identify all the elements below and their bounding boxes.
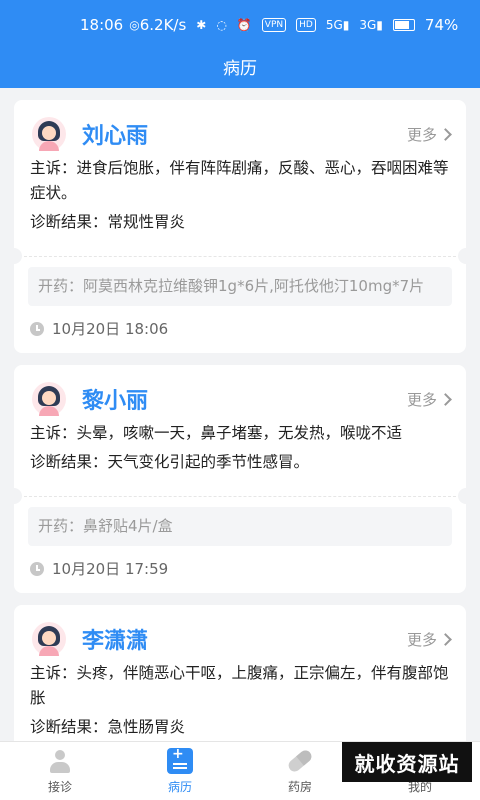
avatar (32, 622, 66, 656)
divider (14, 485, 466, 507)
status-time: 18:06 (80, 16, 124, 34)
status-bar: 18:06 ◎ 6.2K/s ✱ ◌ ⏰ VPN HD 5G▮ 3G▮ 74% (0, 0, 480, 50)
network-speed: 6.2K/s (139, 16, 187, 34)
tab-label: 药房 (287, 780, 312, 794)
medical-record-icon (167, 746, 193, 774)
patient-name: 黎小丽 (82, 389, 149, 414)
chief-complaint: 主诉：头疼，伴随恶心干呕，上腹痛，正宗偏左，伴有腹部饱胀 (30, 664, 449, 707)
more-button[interactable]: 更多 (407, 124, 452, 145)
chevron-right-icon (439, 392, 452, 406)
battery-level: 74% (424, 16, 459, 34)
vpn-icon: VPN (261, 18, 287, 32)
page-title: 病历 (223, 59, 257, 79)
record-list: 刘心雨 更多 主诉：进食后饱胀，伴有阵阵剧痛，反酸、恶心，吞咽困难等症状。 诊断… (14, 100, 466, 762)
doctor-icon (47, 748, 73, 774)
tab-reception[interactable]: 接诊 (0, 742, 120, 800)
more-button[interactable]: 更多 (407, 389, 452, 410)
record-time: 10月20日 18:06 (52, 320, 169, 338)
watermark: 就收资源站 (342, 742, 472, 782)
chevron-right-icon (439, 632, 452, 646)
diagnosis: 诊断结果：常规性胃炎 (30, 213, 186, 231)
battery-icon (392, 19, 415, 31)
app-notification-icon: ◎ (129, 18, 140, 32)
tab-medical-records[interactable]: 病历 (120, 742, 240, 800)
alarm-icon: ⏰ (236, 18, 252, 32)
signal-5g-icon: 5G▮ (325, 18, 350, 32)
pill-icon (282, 743, 319, 780)
record-card[interactable]: 黎小丽 更多 主诉：头晕，咳嗽一天，鼻子堵塞，无发热，喉咙不适 诊断结果：天气变… (14, 365, 466, 593)
bluetooth-icon: ✱ (196, 18, 207, 32)
mute-icon: ◌ (216, 18, 227, 32)
signal-3g-icon: 3G▮ (359, 18, 383, 32)
chief-complaint: 主诉：进食后饱胀，伴有阵阵剧痛，反酸、恶心，吞咽困难等症状。 (30, 159, 449, 202)
chief-complaint: 主诉：头晕，咳嗽一天，鼻子堵塞，无发热，喉咙不适 (30, 424, 403, 442)
hd-icon: HD (296, 18, 316, 32)
record-card[interactable]: 李潇潇 更多 主诉：头疼，伴随恶心干呕，上腹痛，正宗偏左，伴有腹部饱胀 诊断结果… (14, 605, 466, 750)
app-header: 18:06 ◎ 6.2K/s ✱ ◌ ⏰ VPN HD 5G▮ 3G▮ 74% … (0, 0, 480, 88)
chevron-right-icon (439, 127, 452, 141)
diagnosis: 诊断结果：急性肠胃炎 (30, 718, 186, 736)
clock-icon (30, 321, 44, 336)
record-card[interactable]: 刘心雨 更多 主诉：进食后饱胀，伴有阵阵剧痛，反酸、恶心，吞咽困难等症状。 诊断… (14, 100, 466, 353)
tab-label: 病历 (167, 780, 192, 794)
record-time: 10月20日 17:59 (52, 560, 169, 578)
diagnosis: 诊断结果：天气变化引起的季节性感冒。 (30, 453, 310, 471)
avatar (32, 382, 66, 416)
divider (14, 245, 466, 267)
prescription: 开药：鼻舒贴4片/盒 (28, 507, 452, 546)
more-button[interactable]: 更多 (407, 629, 452, 650)
patient-name: 李潇潇 (82, 629, 149, 654)
tab-label: 接诊 (47, 780, 72, 794)
patient-name: 刘心雨 (82, 124, 149, 149)
avatar (32, 117, 66, 151)
clock-icon (30, 561, 44, 576)
prescription: 开药：阿莫西林克拉维酸钾1g*6片,阿托伐他汀10mg*7片 (28, 267, 452, 306)
